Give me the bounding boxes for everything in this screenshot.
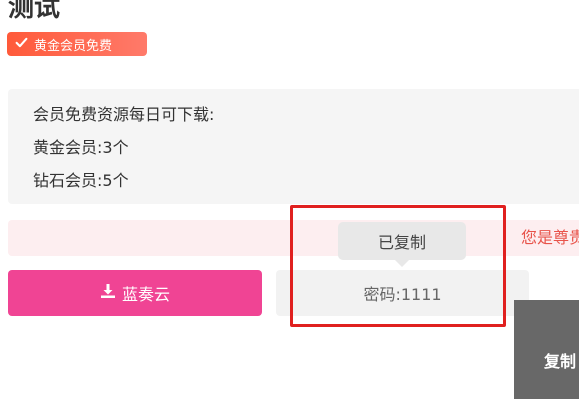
tooltip-arrow (395, 260, 409, 267)
download-icon (100, 283, 116, 303)
page-title: 测试 (8, 0, 61, 23)
lanzou-label: 蓝奏云 (121, 285, 170, 304)
notice-bar: 您是尊贵 (8, 220, 579, 256)
info-line-gold: 黄金会员:3个 (33, 138, 129, 157)
notice-text: 您是尊贵 (521, 228, 579, 247)
side-panel-label: 复制 (544, 352, 577, 371)
lanzou-download-button[interactable]: 蓝奏云 (8, 270, 262, 316)
copy-side-panel[interactable]: 复制 (514, 300, 579, 399)
info-line-diamond: 钻石会员:5个 (33, 171, 129, 190)
check-icon (15, 36, 28, 53)
membership-badge: 黄金会员免费 (7, 32, 147, 56)
copied-tooltip: 已复制 (338, 222, 466, 260)
badge-label: 黄金会员免费 (34, 38, 113, 54)
download-info-panel: 会员免费资源每日可下载: 黄金会员:3个 钻石会员:5个 (8, 89, 579, 204)
info-line-daily-limit: 会员免费资源每日可下载: (33, 105, 215, 124)
tooltip-text: 已复制 (377, 233, 426, 252)
password-label: 密码:1111 (363, 285, 442, 304)
copy-password-button[interactable]: 密码:1111 (276, 270, 529, 316)
